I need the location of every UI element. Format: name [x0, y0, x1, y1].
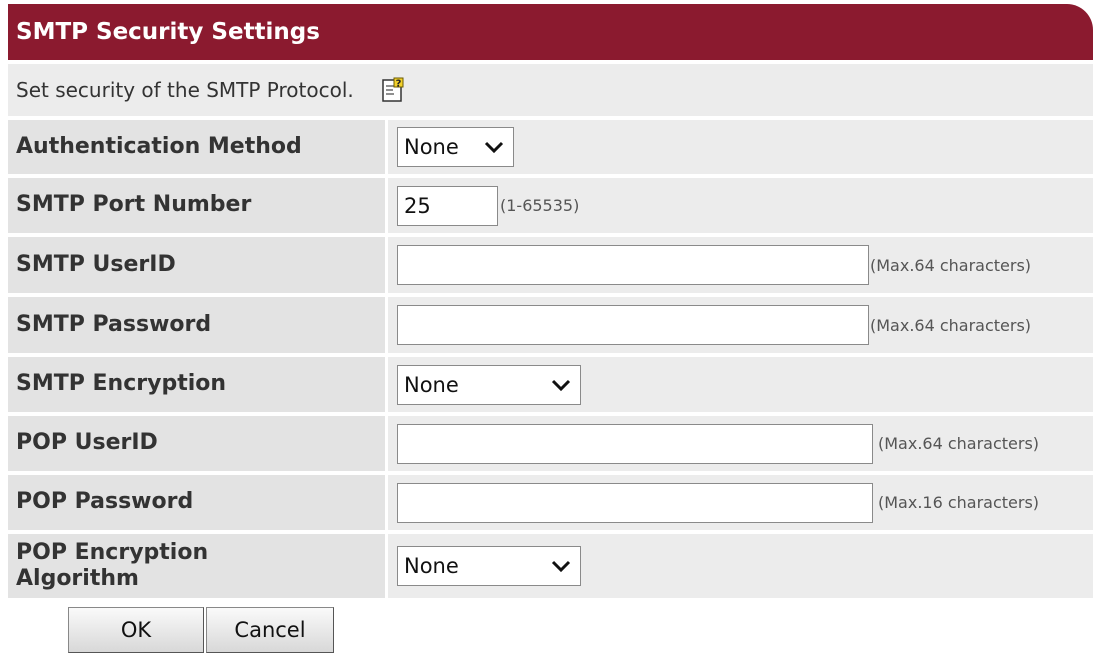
smtp-encryption-row: SMTP Encryption None [8, 357, 1093, 412]
pop-password-row: POP Password (Max.16 characters) [8, 475, 1093, 530]
smtp-port-row: SMTP Port Number (1-65535) [8, 178, 1093, 233]
chevron-down-icon [551, 560, 571, 573]
pop-userid-label: POP UserID [8, 416, 385, 471]
pop-encryption-label: POP Encryption Algorithm [8, 534, 385, 598]
pop-encryption-selected: None [404, 554, 459, 578]
panel-title: SMTP Security Settings [8, 4, 1093, 60]
smtp-userid-value-cell: (Max.64 characters) [388, 237, 1093, 293]
action-buttons: OK Cancel [68, 607, 334, 653]
smtp-userid-label: SMTP UserID [8, 237, 385, 293]
pop-userid-value-cell: (Max.64 characters) [388, 416, 1093, 471]
pop-userid-input[interactable] [397, 423, 873, 464]
smtp-password-input[interactable] [397, 305, 869, 345]
smtp-port-value-cell: (1-65535) [388, 178, 1093, 233]
pop-password-value-cell: (Max.16 characters) [388, 475, 1093, 530]
description-text: Set security of the SMTP Protocol. [16, 78, 354, 102]
smtp-password-row: SMTP Password (Max.64 characters) [8, 297, 1093, 353]
help-icon[interactable]: ? [380, 76, 408, 104]
auth-method-row: Authentication Method None [8, 120, 1093, 174]
chevron-down-icon [551, 379, 571, 391]
pop-password-input[interactable] [397, 482, 873, 523]
pop-password-hint: (Max.16 characters) [878, 493, 1040, 512]
smtp-encryption-select[interactable]: None [397, 364, 581, 405]
auth-method-label: Authentication Method [8, 120, 385, 174]
smtp-port-hint: (1-65535) [500, 196, 580, 215]
chevron-down-icon [484, 141, 504, 154]
pop-encryption-row: POP Encryption Algorithm None [8, 534, 1093, 598]
auth-method-value-cell: None [388, 120, 1093, 174]
smtp-encryption-label: SMTP Encryption [8, 357, 385, 412]
smtp-encryption-selected: None [404, 372, 459, 397]
smtp-security-panel: SMTP Security Settings Set security of t… [8, 4, 1093, 598]
smtp-userid-row: SMTP UserID (Max.64 characters) [8, 237, 1093, 293]
pop-password-label: POP Password [8, 475, 385, 530]
pop-userid-row: POP UserID (Max.64 characters) [8, 416, 1093, 471]
auth-method-select[interactable]: None [397, 127, 514, 167]
smtp-port-input[interactable] [397, 185, 498, 226]
smtp-userid-input[interactable] [397, 245, 869, 285]
auth-method-selected: None [404, 135, 459, 159]
description-row: Set security of the SMTP Protocol. ? [8, 64, 1093, 116]
cancel-button[interactable]: Cancel [206, 607, 334, 653]
smtp-password-label: SMTP Password [8, 297, 385, 353]
pop-userid-hint: (Max.64 characters) [878, 434, 1040, 453]
svg-text:?: ? [395, 79, 401, 90]
smtp-encryption-value-cell: None [388, 357, 1093, 412]
smtp-userid-hint: (Max.64 characters) [870, 255, 1032, 275]
smtp-password-hint: (Max.64 characters) [870, 315, 1032, 335]
smtp-port-label: SMTP Port Number [8, 178, 385, 233]
pop-encryption-value-cell: None [388, 534, 1093, 598]
smtp-password-value-cell: (Max.64 characters) [388, 297, 1093, 353]
ok-button[interactable]: OK [68, 607, 204, 653]
pop-encryption-select[interactable]: None [397, 546, 581, 586]
